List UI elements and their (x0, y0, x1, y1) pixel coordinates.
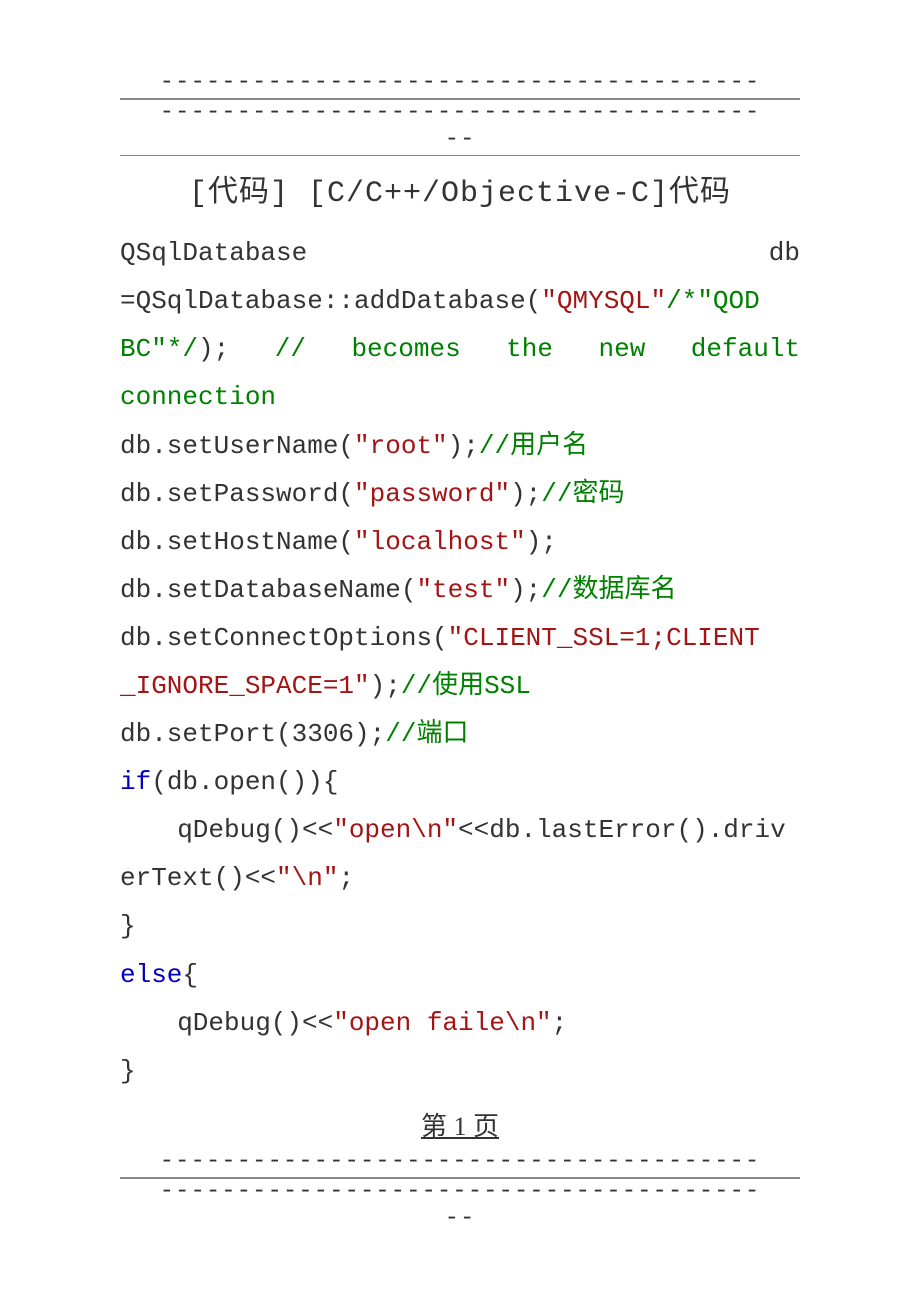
code-line: db.setUserName("root");//用户名 (120, 422, 800, 470)
code-text: (db.open()){ (151, 767, 338, 797)
string-literal: "open faile\n" (333, 1008, 551, 1038)
code-text: erText()<< (120, 863, 276, 893)
page-number: 第 1 页 (120, 1106, 800, 1143)
code-line: BC"*/); // becomes the new default (120, 325, 800, 373)
code-line: db.setHostName("localhost"); (120, 518, 800, 566)
code-line: } (120, 902, 800, 950)
string-literal: "password" (354, 479, 510, 509)
comment: new (598, 334, 645, 364)
comment: becomes (351, 334, 460, 364)
code-line: db.setDatabaseName("test");//数据库名 (120, 566, 800, 614)
comment: default (691, 334, 800, 364)
code-text: db (769, 238, 800, 268)
code-text: db.setHostName( (120, 527, 354, 557)
keyword: if (120, 767, 151, 797)
code-text: ); (448, 431, 479, 461)
divider (120, 155, 800, 156)
dash-tail: -- (120, 127, 800, 153)
dash-tail: -- (120, 1206, 800, 1232)
code-text: <<db.lastError().driv (458, 815, 786, 845)
code-line: if(db.open()){ (120, 758, 800, 806)
code-text: qDebug()<< (177, 815, 333, 845)
code-line: =QSqlDatabase::addDatabase("QMYSQL"/*"QO… (120, 277, 800, 325)
comment: //密码 (541, 479, 624, 509)
comment: //端口 (385, 719, 468, 749)
code-text: db.setPassword( (120, 479, 354, 509)
code-line: db.setPassword("password");//密码 (120, 470, 800, 518)
string-literal: "open\n" (333, 815, 458, 845)
code-line: } (120, 1047, 800, 1095)
code-text: qDebug()<< (177, 1008, 333, 1038)
page-footer: 第 1 页 ----------------------------------… (120, 1106, 800, 1232)
code-line: qDebug()<<"open\n"<<db.lastError().driv (120, 806, 800, 854)
code-text: =QSqlDatabase::addDatabase( (120, 286, 541, 316)
code-line: else{ (120, 951, 800, 999)
code-text: ); (370, 671, 401, 701)
code-line: erText()<<"\n"; (120, 854, 800, 902)
code-text: } (120, 911, 136, 941)
code-block: QSqlDatabase db =QSqlDatabase::addDataba… (120, 229, 800, 1095)
code-line: QSqlDatabase db (120, 229, 800, 277)
dash-line: --------------------------------------- (120, 1149, 800, 1175)
comment: BC"*/ (120, 334, 198, 364)
code-text: ); (510, 479, 541, 509)
code-line: connection (120, 373, 800, 421)
top-separator: --------------------------------------- … (120, 70, 800, 153)
code-text: db.setUserName( (120, 431, 354, 461)
comment: the (506, 334, 553, 364)
code-text: ); (198, 334, 229, 364)
code-text: { (182, 960, 198, 990)
code-text: ); (526, 527, 557, 557)
string-literal: "localhost" (354, 527, 526, 557)
code-line: qDebug()<<"open faile\n"; (120, 999, 800, 1047)
code-text: db.setPort(3306); (120, 719, 385, 749)
code-text: ); (510, 575, 541, 605)
string-literal: "CLIENT_SSL=1;CLIENT (448, 623, 760, 653)
code-text: ; (552, 1008, 568, 1038)
comment: //数据库名 (541, 575, 676, 605)
code-line: db.setConnectOptions("CLIENT_SSL=1;CLIEN… (120, 614, 800, 662)
string-literal: _IGNORE_SPACE=1" (120, 671, 370, 701)
code-text: QSqlDatabase (120, 238, 307, 268)
comment: //使用SSL (401, 671, 531, 701)
comment: // (275, 334, 306, 364)
code-text: db.setDatabaseName( (120, 575, 416, 605)
comment: /*"QOD (666, 286, 760, 316)
section-heading: [代码] [C/C++/Objective-C]代码 (120, 166, 800, 211)
dash-line: --------------------------------------- (120, 70, 800, 96)
code-text: db.setConnectOptions( (120, 623, 448, 653)
dash-line: --------------------------------------- (120, 100, 800, 126)
comment: //用户名 (479, 431, 588, 461)
string-literal: "test" (416, 575, 510, 605)
string-literal: "root" (354, 431, 448, 461)
dash-line: --------------------------------------- (120, 1179, 800, 1205)
string-literal: "\n" (276, 863, 338, 893)
string-literal: "QMYSQL" (541, 286, 666, 316)
comment: connection (120, 382, 276, 412)
code-text: ; (338, 863, 354, 893)
code-line: db.setPort(3306);//端口 (120, 710, 800, 758)
keyword: else (120, 960, 182, 990)
code-line: _IGNORE_SPACE=1");//使用SSL (120, 662, 800, 710)
code-text: } (120, 1056, 136, 1086)
